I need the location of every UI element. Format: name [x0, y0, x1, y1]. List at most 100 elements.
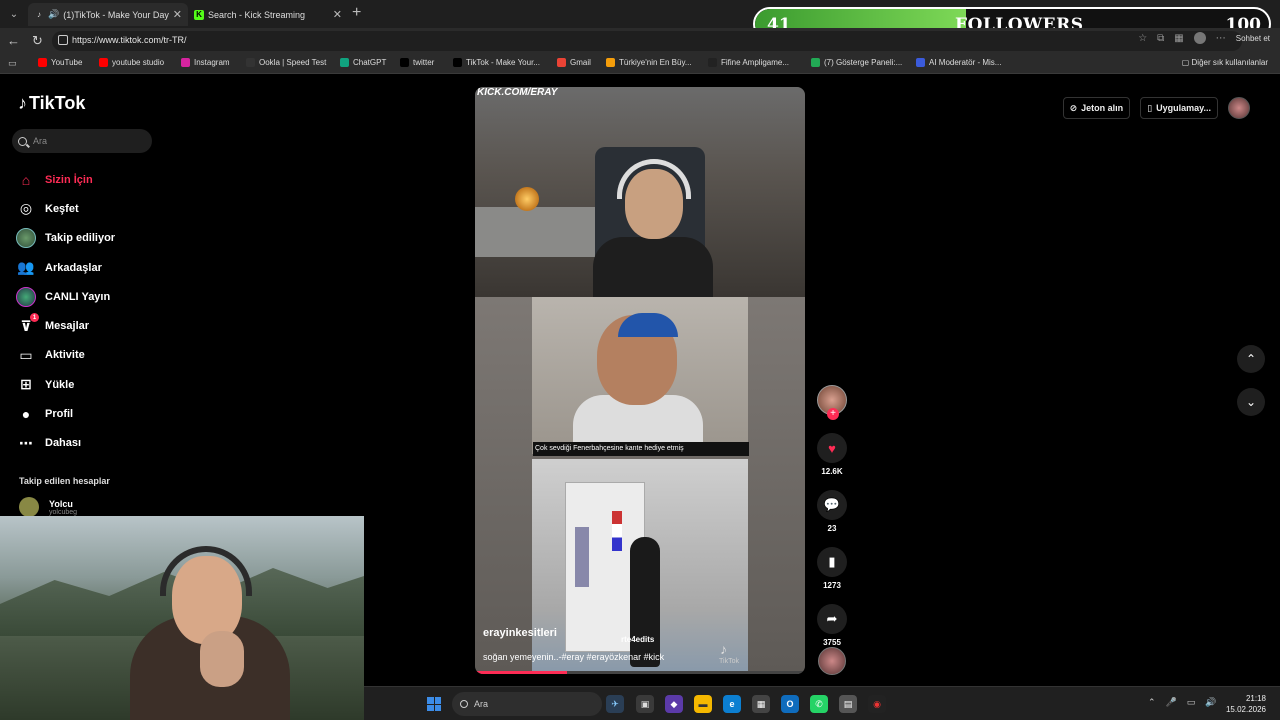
windows-taskbar: Ara ✈ ▣ ◆ ▬ e ▦ O ✆ ▤ ◉ ⌃ 🎤 ▭ 🔊 21:18 15… — [364, 686, 1280, 720]
calculator-icon[interactable]: ▤ — [839, 695, 857, 713]
new-tab-icon[interactable]: + — [352, 4, 361, 22]
sidebar-item-0[interactable]: ⌂ Sizin İçin — [16, 165, 216, 194]
tiktok-logo[interactable]: ♪ TikTok — [18, 93, 85, 114]
sidebar-item-9[interactable]: ⋯ Dahası — [16, 429, 216, 458]
sidebar-item-1[interactable]: ◎ Keşfet — [16, 194, 216, 223]
bookmark-item[interactable]: Gmail — [557, 58, 591, 67]
tab-actions-chevron-icon[interactable]: ⌄ — [4, 4, 24, 24]
sidebar-item-4[interactable]: CANLI Yayın — [16, 282, 216, 311]
get-coins-button[interactable]: ⊘ Jeton alın — [1062, 97, 1131, 119]
taskbar-clock[interactable]: 21:18 15.02.2026 — [1226, 693, 1266, 715]
outlook-icon[interactable]: O — [781, 695, 799, 713]
settings-more-icon[interactable]: ⋯ — [1216, 33, 1226, 44]
bookmark-item[interactable]: Ookla | Speed Test — [246, 58, 326, 67]
bookmark-item[interactable]: YouTube — [38, 58, 82, 67]
bookmark-item[interactable]: youtube studio — [99, 58, 164, 67]
bookmark-item[interactable]: ChatGPT — [340, 58, 386, 67]
video-player[interactable]: KICK.COM/ERAY Çok sevdiği Fenerbahçesine… — [475, 87, 805, 674]
bookmark-label: Gmail — [570, 58, 591, 67]
bookmark-icon[interactable]: ▮ — [817, 547, 847, 577]
sound-disc-avatar[interactable] — [818, 647, 846, 675]
bookmark-label: Fifine Ampligame... — [721, 58, 790, 67]
sidebar-item-7[interactable]: ⊞ Yükle — [16, 370, 216, 399]
previous-video-chevron-up-icon[interactable]: ⌃ — [1237, 345, 1265, 373]
extensions-icon[interactable]: ⧉ — [1157, 33, 1164, 44]
tiktok-watermark-text: TikTok — [719, 658, 739, 665]
reload-icon[interactable]: ↻ — [32, 33, 43, 49]
follow-plus-icon[interactable]: + — [827, 408, 839, 420]
volume-icon[interactable]: 🔊 — [1205, 697, 1216, 708]
bookmark-item[interactable]: twitter — [400, 58, 434, 67]
bookmark-label: youtube studio — [112, 58, 165, 67]
phone-icon: ▯ — [1147, 102, 1153, 113]
profile-avatar[interactable] — [1193, 32, 1206, 44]
tab-tiktok[interactable]: ♪ 🔊 (1)TikTok - Make Your Day ✕ — [28, 3, 188, 26]
other-favorites-folder[interactable]: ▢ Diğer sık kullanılanlar — [1182, 58, 1268, 67]
video-description[interactable]: soğan yemeyenin..-#eray #erayözkenar #ki… — [483, 652, 664, 662]
network-icon[interactable]: ▭ — [1187, 697, 1196, 708]
tab-title: (1)TikTok - Make Your Day — [63, 9, 169, 20]
sidebar-item-label: Yükle — [45, 378, 75, 391]
following-avatar-icon — [16, 228, 36, 249]
sidebar-item-label: Sizin İçin — [45, 173, 93, 186]
obs-record-icon[interactable]: ◉ — [868, 695, 886, 713]
bookmark-item[interactable]: TikTok - Make Your... — [453, 58, 540, 67]
activity-icon: ▭ — [19, 346, 33, 363]
copilot-app-icon[interactable]: ◆ — [665, 695, 683, 713]
sidebar-item-label: Keşfet — [45, 202, 79, 215]
like-heart-icon[interactable]: ♥ — [817, 433, 847, 463]
search-input[interactable]: Ara — [12, 129, 152, 153]
webcam-overlay — [0, 516, 364, 720]
clock-date: 15.02.2026 — [1225, 705, 1266, 714]
tab-close-icon[interactable]: ✕ — [173, 8, 182, 21]
home-icon: ⌂ — [21, 171, 31, 188]
bookmark-item[interactable]: Instagram — [181, 58, 230, 67]
next-video-chevron-down-icon[interactable]: ⌄ — [1237, 388, 1265, 416]
bookmark-item[interactable]: Türkiye'nin En Büy... — [606, 58, 692, 67]
sidebar-item-6[interactable]: ▭ Aktivite — [16, 341, 216, 370]
bookmark-label: (7) Gösterge Paneli:... — [824, 58, 903, 67]
microphone-icon[interactable]: 🎤 — [1166, 697, 1177, 708]
tab-close-icon[interactable]: ✕ — [333, 8, 342, 21]
comment-count: 23 — [827, 524, 837, 533]
bookmark-item[interactable]: AI Moderatör - Mis... — [916, 58, 1001, 67]
back-icon[interactable]: ← — [7, 33, 20, 48]
store-icon[interactable]: ▦ — [752, 695, 770, 713]
address-bar[interactable]: https://www.tiktok.com/tr-TR/ — [52, 31, 1242, 51]
like-count: 12.6K — [821, 467, 843, 476]
video-progress-bar[interactable] — [475, 671, 805, 674]
sidebar-item-5[interactable]: ⊽ Mesajlar 1 — [16, 311, 216, 340]
sidebar-item-8[interactable]: ● Profil — [16, 399, 216, 428]
creator-avatar[interactable]: + — [817, 385, 847, 420]
edge-browser-icon[interactable]: e — [723, 695, 741, 713]
user-avatar[interactable] — [1228, 97, 1250, 119]
favorite-star-icon[interactable]: ☆ — [1138, 33, 1147, 44]
site-info-icon[interactable] — [58, 35, 68, 45]
comment-icon[interactable]: 💬 — [817, 490, 847, 520]
windows-start-icon[interactable] — [427, 697, 441, 711]
task-view-icon[interactable]: ▣ — [636, 695, 654, 713]
taskbar-app-icon[interactable]: ✈ — [606, 695, 624, 713]
share-icon[interactable]: ➦ — [817, 604, 847, 634]
collections-icon[interactable]: ▦ — [1174, 33, 1183, 44]
tab-kick[interactable]: K Search - Kick Streaming ✕ — [188, 3, 348, 26]
audio-icon[interactable]: 🔊 — [48, 9, 59, 20]
copilot-button[interactable]: Sohbet et — [1236, 34, 1270, 43]
sidebar-item-label: Takip ediliyor — [45, 232, 116, 245]
bookmark-favicon-icon — [246, 58, 255, 67]
get-app-button[interactable]: ▯ Uygulamay... — [1140, 97, 1218, 119]
sidebar-item-3[interactable]: 👥 Arkadaşlar — [16, 253, 216, 282]
bookmark-item[interactable]: (7) Gösterge Paneli:... — [811, 58, 902, 67]
whatsapp-icon[interactable]: ✆ — [810, 695, 828, 713]
tray-overflow-icon[interactable]: ⌃ — [1148, 697, 1156, 708]
bookmark-item[interactable]: Fifine Ampligame... — [708, 58, 789, 67]
reading-view-icon[interactable]: ▭ — [8, 58, 17, 69]
file-explorer-icon[interactable]: ▬ — [694, 695, 712, 713]
live-icon — [16, 286, 36, 307]
clock-time: 21:18 — [1245, 694, 1266, 703]
tiktok-watermark-icon: ♪ — [720, 641, 727, 657]
video-author[interactable]: erayinkesitleri — [483, 627, 557, 639]
sidebar-item-2[interactable]: Takip ediliyor — [16, 224, 216, 253]
taskbar-search[interactable]: Ara — [452, 692, 602, 716]
following-account-item[interactable]: Yolcu yolcubeg — [19, 497, 77, 517]
